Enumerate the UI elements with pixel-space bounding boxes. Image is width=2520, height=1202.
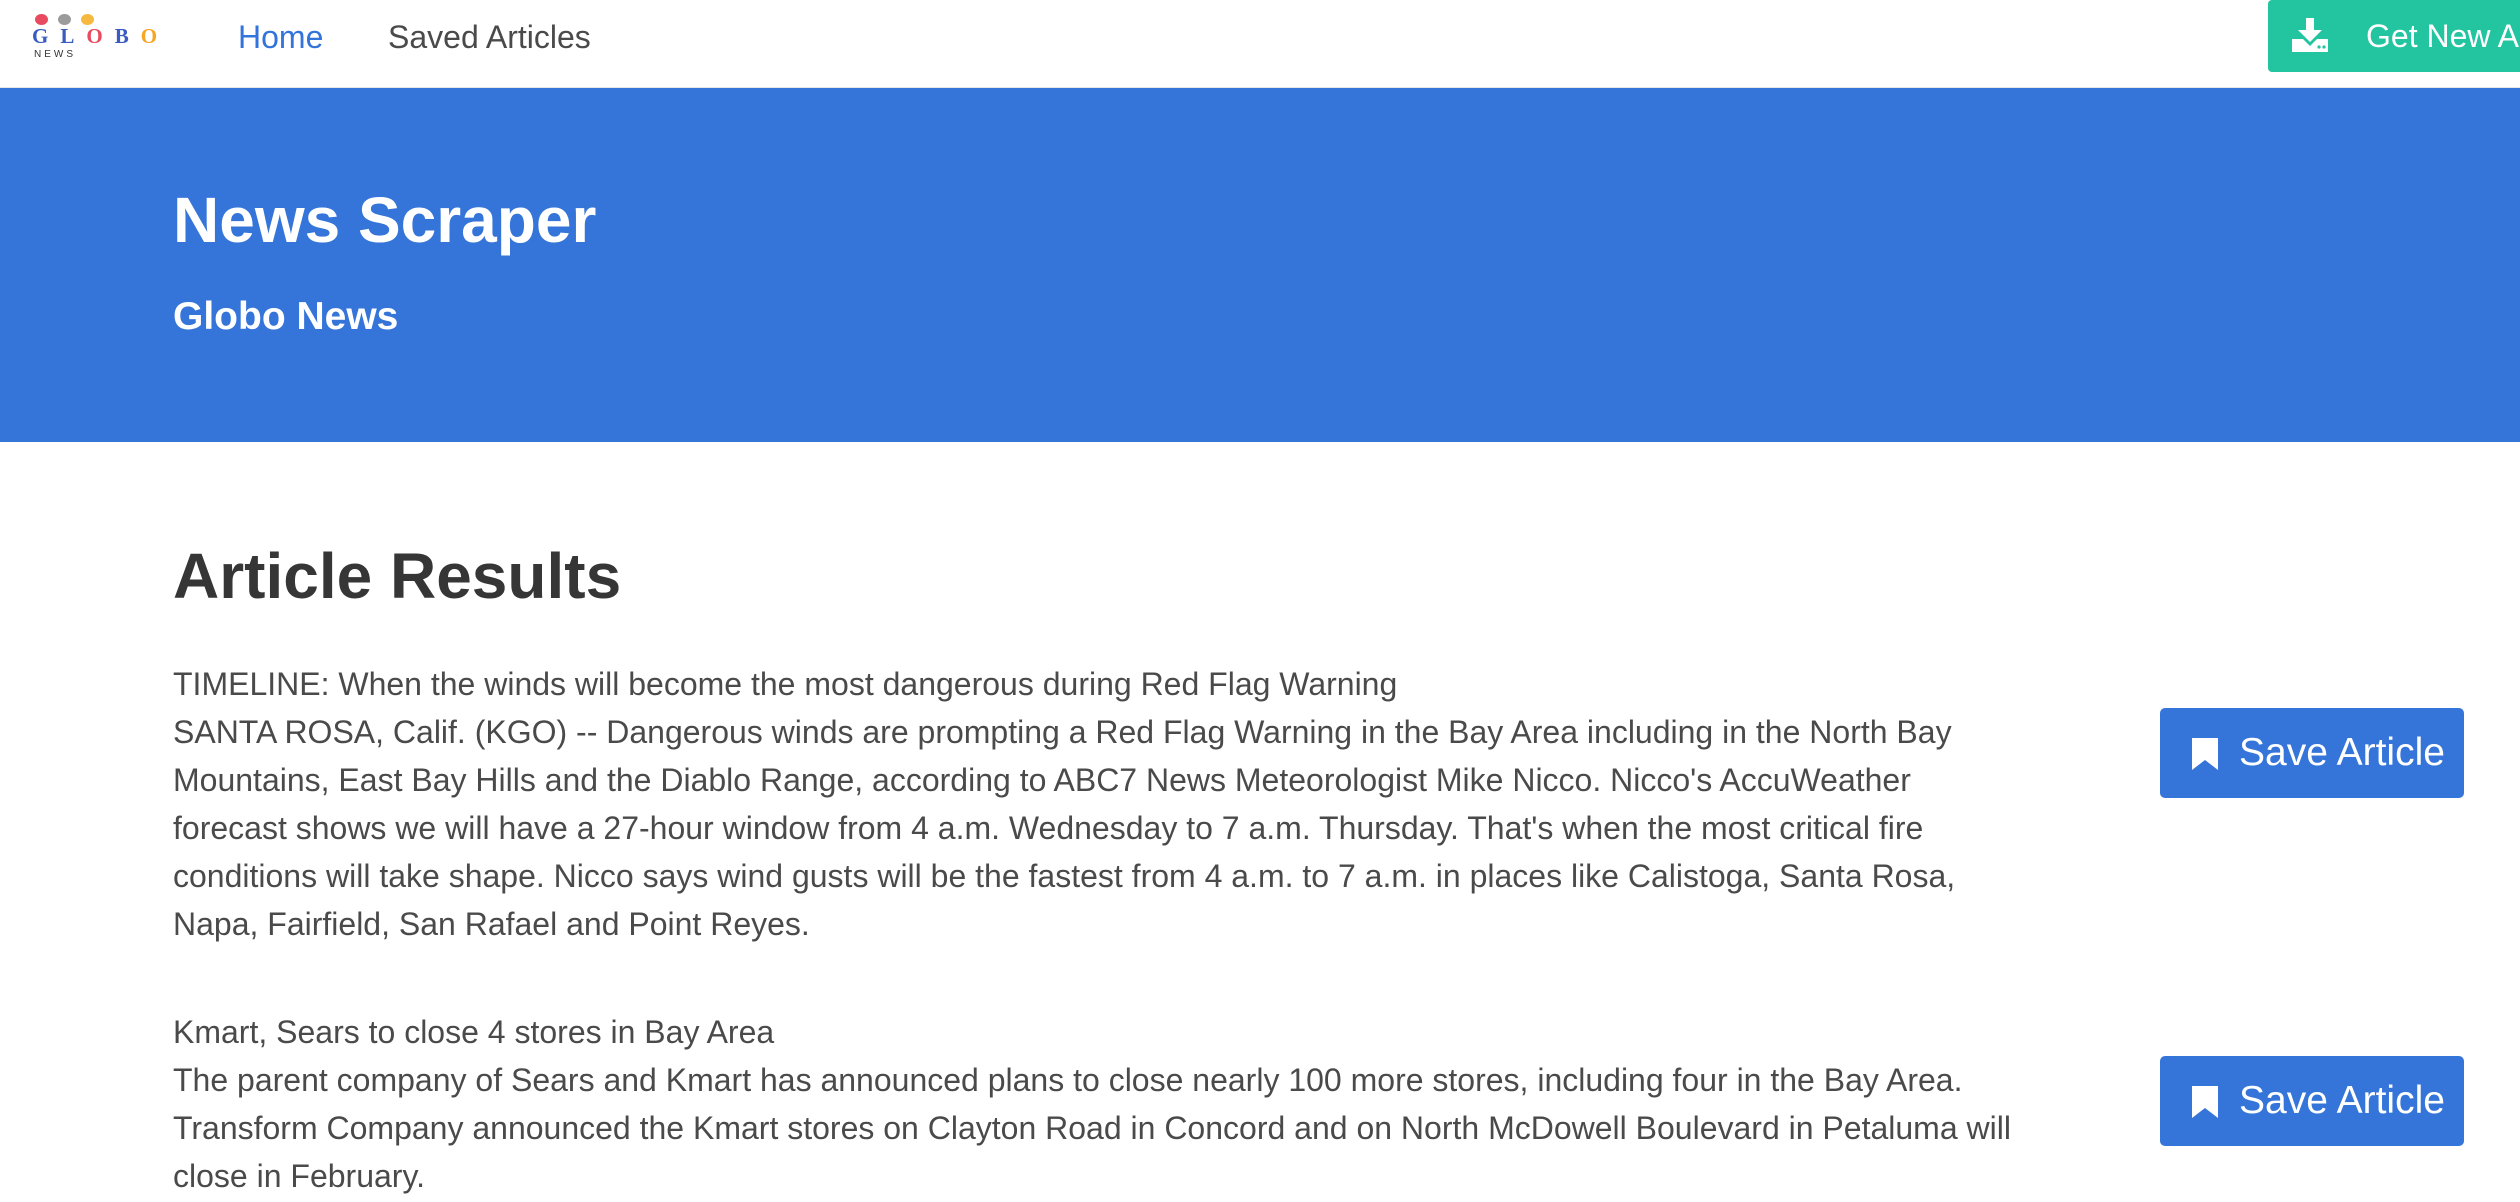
nav-home-link[interactable]: Home (238, 16, 323, 58)
bookmark-icon (2192, 1086, 2218, 1118)
download-icon (2292, 18, 2328, 52)
hero-banner: News Scraper Globo News (0, 88, 2520, 442)
article-headline[interactable]: TIMELINE: When the winds will become the… (173, 660, 2013, 708)
logo-word: GLOBO (32, 24, 170, 48)
article-headline[interactable]: Kmart, Sears to close 4 stores in Bay Ar… (173, 1008, 2013, 1056)
save-article-label: Save Article (2239, 731, 2445, 774)
navbar: GLOBO NEWS Home Saved Articles Get New A… (0, 0, 2520, 88)
save-article-label: Save Article (2239, 1079, 2445, 1122)
nav-saved-articles-link[interactable]: Saved Articles (388, 16, 591, 58)
save-article-button[interactable]: Save Article (2160, 708, 2464, 798)
article-content: TIMELINE: When the winds will become the… (173, 660, 2013, 948)
globo-news-logo[interactable]: GLOBO NEWS (32, 12, 162, 64)
article-summary: The parent company of Sears and Kmart ha… (173, 1062, 2011, 1194)
save-article-button[interactable]: Save Article (2160, 1056, 2464, 1146)
get-new-articles-label: Get New Articles (2366, 18, 2520, 54)
article-content: Kmart, Sears to close 4 stores in Bay Ar… (173, 1008, 2013, 1200)
article-results-heading: Article Results (173, 540, 622, 612)
get-new-articles-button[interactable]: Get New Articles (2268, 0, 2520, 72)
article-summary: SANTA ROSA, Calif. (KGO) -- Dangerous wi… (173, 714, 1956, 942)
page-subtitle: Globo News (173, 295, 399, 338)
bookmark-icon (2192, 738, 2218, 770)
logo-sub: NEWS (34, 49, 76, 60)
page-title: News Scraper (173, 184, 597, 256)
